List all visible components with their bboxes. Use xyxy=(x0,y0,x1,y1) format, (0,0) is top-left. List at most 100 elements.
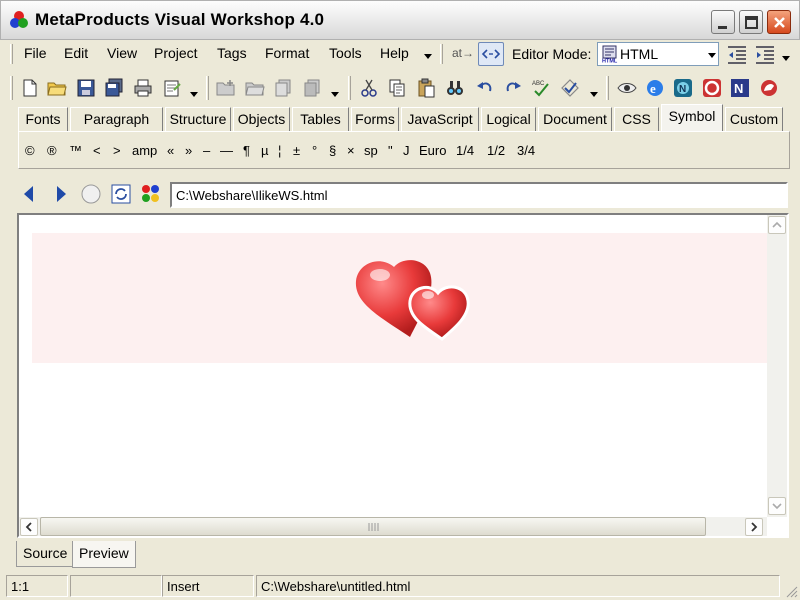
resize-grip-icon[interactable] xyxy=(784,584,798,598)
open-project-icon[interactable] xyxy=(245,78,265,98)
undo-icon[interactable] xyxy=(475,78,495,98)
menubar-grip[interactable] xyxy=(10,44,13,64)
symbol-em-dash[interactable]: — xyxy=(220,143,233,158)
redo-icon[interactable] xyxy=(503,78,523,98)
symbol-right-guillemet[interactable]: » xyxy=(185,143,192,158)
tab-source[interactable]: Source xyxy=(16,541,75,567)
spellcheck-icon[interactable]: ABC xyxy=(531,78,551,98)
menu-project[interactable]: Project xyxy=(154,45,198,61)
symbol-nbsp[interactable]: sp xyxy=(364,143,378,158)
menu-help[interactable]: Help xyxy=(380,45,409,61)
tag-toggle-button[interactable] xyxy=(478,42,504,66)
internet-explorer-icon[interactable]: e xyxy=(645,78,665,98)
validate-icon[interactable] xyxy=(560,78,580,98)
tab-structure[interactable]: Structure xyxy=(165,107,231,131)
symbol-registered[interactable]: ® xyxy=(47,143,57,158)
scroll-up-button[interactable] xyxy=(768,216,786,234)
menu-tags[interactable]: Tags xyxy=(217,45,247,61)
menu-tools[interactable]: Tools xyxy=(329,45,362,61)
symbol-three-quarters[interactable]: 3/4 xyxy=(517,143,535,158)
symbol-degree[interactable]: ° xyxy=(312,143,317,158)
symbol-multiply[interactable]: × xyxy=(347,143,355,158)
symbol-less-than[interactable]: < xyxy=(93,143,101,158)
tab-symbol[interactable]: Symbol xyxy=(661,104,723,131)
symbol-one-half[interactable]: 1/2 xyxy=(487,143,505,158)
tab-forms[interactable]: Forms xyxy=(351,107,399,131)
close-button[interactable] xyxy=(767,10,791,34)
tab-document[interactable]: Document xyxy=(538,107,612,131)
maximize-button[interactable] xyxy=(739,10,763,34)
symbol-quote[interactable]: " xyxy=(388,143,393,158)
symbol-en-dash[interactable]: – xyxy=(203,143,210,158)
save-icon[interactable] xyxy=(76,78,96,98)
scroll-down-button[interactable] xyxy=(768,497,786,515)
scroll-left-button[interactable] xyxy=(20,518,38,536)
color-dots-icon[interactable] xyxy=(140,183,162,205)
symbol-micro[interactable]: µ xyxy=(261,143,269,158)
tab-javascript[interactable]: JavaScript xyxy=(401,107,479,131)
back-arrow-icon[interactable] xyxy=(22,185,36,203)
editor-mode-select[interactable]: HTML HTML xyxy=(597,42,719,66)
scroll-right-button[interactable] xyxy=(745,518,763,536)
chevron-down-icon[interactable] xyxy=(590,92,598,98)
mozilla-browser-icon[interactable] xyxy=(759,78,779,98)
page-properties-icon[interactable] xyxy=(162,78,182,98)
chevron-down-icon[interactable] xyxy=(331,92,339,98)
menu-format[interactable]: Format xyxy=(265,45,309,61)
symbol-trademark[interactable]: ™ xyxy=(69,143,82,158)
chevron-down-icon[interactable] xyxy=(190,92,198,98)
new-project-icon[interactable] xyxy=(216,78,236,98)
symbol-section[interactable]: § xyxy=(329,143,336,158)
chevron-down-icon[interactable] xyxy=(782,56,790,62)
opera-browser-icon[interactable] xyxy=(702,78,722,98)
symbol-pilcrow[interactable]: ¶ xyxy=(243,143,250,158)
forward-arrow-icon[interactable] xyxy=(54,185,68,203)
url-input[interactable] xyxy=(170,182,788,208)
tab-custom[interactable]: Custom xyxy=(725,107,783,131)
toolbar-grip[interactable] xyxy=(348,76,351,100)
symbol-broken-bar[interactable]: ¦ xyxy=(278,143,281,158)
new-file-icon[interactable] xyxy=(20,78,40,98)
toolbar-grip[interactable] xyxy=(440,44,443,64)
symbol-euro[interactable]: Euro xyxy=(419,143,446,158)
tab-css[interactable]: CSS xyxy=(614,107,659,131)
copy-icon[interactable] xyxy=(387,78,407,98)
menu-file[interactable]: File xyxy=(24,45,47,61)
symbol-copyright[interactable]: © xyxy=(25,143,35,158)
tab-preview[interactable]: Preview xyxy=(72,541,136,568)
tab-fonts[interactable]: Fonts xyxy=(18,107,68,131)
tab-paragraph[interactable]: Paragraph xyxy=(70,107,163,131)
symbol-one-quarter[interactable]: 1/4 xyxy=(456,143,474,158)
cut-icon[interactable] xyxy=(359,78,379,98)
chevron-down-icon[interactable] xyxy=(424,54,432,60)
outdent-icon[interactable] xyxy=(726,44,748,64)
tab-logical[interactable]: Logical xyxy=(481,107,536,131)
symbol-j[interactable]: J xyxy=(403,143,410,158)
menu-view[interactable]: View xyxy=(107,45,137,61)
toolbar-grip[interactable] xyxy=(206,76,209,100)
netscape-browser-icon[interactable]: N xyxy=(673,78,693,98)
open-folder-icon[interactable] xyxy=(47,78,67,98)
save-all-icon[interactable] xyxy=(104,78,124,98)
toolbar-grip[interactable] xyxy=(10,76,13,100)
tab-objects[interactable]: Objects xyxy=(233,107,290,131)
minimize-button[interactable] xyxy=(711,10,735,34)
symbol-left-guillemet[interactable]: « xyxy=(167,143,174,158)
anchor-tag-button[interactable]: at→ xyxy=(452,46,474,60)
stop-icon[interactable] xyxy=(80,183,102,205)
close-project-icon[interactable] xyxy=(302,78,322,98)
vertical-scrollbar[interactable] xyxy=(767,215,787,517)
preview-eye-icon[interactable] xyxy=(617,78,637,98)
print-icon[interactable] xyxy=(133,78,153,98)
indent-icon[interactable] xyxy=(754,44,776,64)
symbol-greater-than[interactable]: > xyxy=(113,143,121,158)
symbol-ampersand[interactable]: amp xyxy=(132,143,157,158)
netscape-navigator-icon[interactable]: N xyxy=(730,78,750,98)
menu-edit[interactable]: Edit xyxy=(64,45,88,61)
refresh-icon[interactable] xyxy=(110,183,132,205)
find-icon[interactable] xyxy=(445,78,465,98)
toolbar-grip[interactable] xyxy=(606,76,609,100)
symbol-plus-minus[interactable]: ± xyxy=(293,143,300,158)
tab-tables[interactable]: Tables xyxy=(292,107,349,131)
paste-icon[interactable] xyxy=(416,78,436,98)
